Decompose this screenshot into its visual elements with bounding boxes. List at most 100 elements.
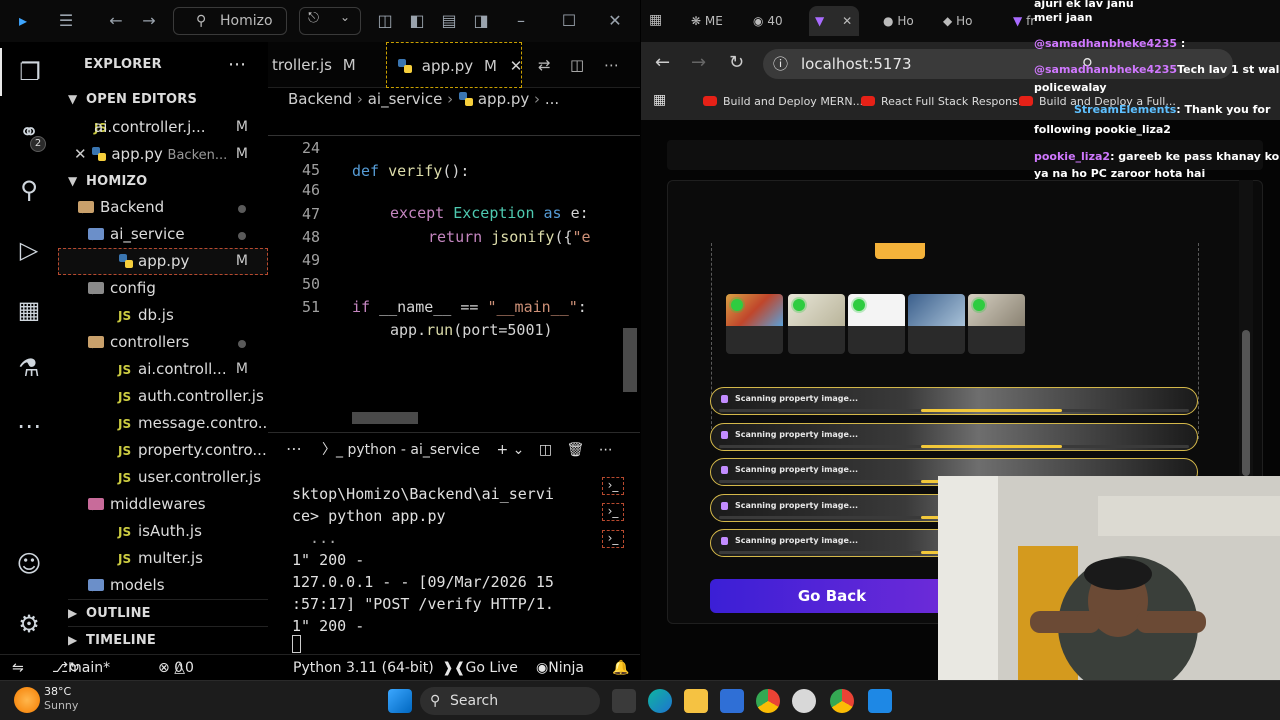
- tree-folder[interactable]: ▼config: [58, 275, 268, 302]
- run-debug-icon[interactable]: ▷: [0, 226, 58, 274]
- tree-file-selected[interactable]: app.py M: [58, 248, 268, 275]
- uploaded-image-thumb[interactable]: [908, 294, 965, 354]
- tree-file[interactable]: JS db.js: [58, 302, 268, 329]
- tree-folder[interactable]: ▼models: [58, 572, 268, 599]
- site-info-icon[interactable]: ⓘ: [773, 49, 788, 79]
- minimize-icon[interactable]: –: [510, 8, 532, 34]
- code-line[interactable]: 50 if __name__ == "__main__":: [268, 250, 640, 316]
- browser-tab[interactable]: ❋ ME: [685, 6, 741, 36]
- forward-arrow-icon[interactable]: →: [691, 52, 706, 73]
- testing-flask-icon[interactable]: ⚗: [0, 344, 58, 392]
- chevron-down-icon[interactable]: ⌄: [513, 442, 525, 458]
- more-icon[interactable]: ⋯: [0, 402, 58, 450]
- browser-tab[interactable]: ◉ 40: [747, 6, 803, 36]
- back-arrow-icon[interactable]: ←: [655, 52, 670, 73]
- settings-gear-icon[interactable]: [792, 689, 816, 713]
- timeline-header[interactable]: ▶ TIMELINE: [68, 626, 268, 653]
- page-scrollbar[interactable]: [1239, 180, 1253, 476]
- workspace-header[interactable]: ▼ HOMIZO: [68, 168, 268, 195]
- scrollbar-thumb[interactable]: [1242, 330, 1250, 476]
- browser-tab[interactable]: ◆ Ho: [937, 6, 987, 36]
- browser-tab[interactable]: ▼ fr: [1007, 6, 1037, 36]
- toggle-secondary-sidebar-icon[interactable]: ◨: [470, 8, 492, 34]
- open-editor-item[interactable]: ✕ app.py Backen... M: [58, 141, 268, 168]
- go-back-button[interactable]: Go Back: [710, 579, 954, 613]
- go-live-button[interactable]: ❱❰ Go Live: [442, 655, 518, 681]
- bookmark-item[interactable]: React Full Stack Respons...: [861, 95, 1028, 108]
- upload-button[interactable]: [875, 243, 925, 259]
- breadcrumb-item[interactable]: ...: [545, 90, 559, 108]
- code-line[interactable]: 49: [268, 226, 640, 269]
- tree-folder[interactable]: ▼Backend: [58, 194, 268, 221]
- tree-folder[interactable]: ▼ai_service: [58, 221, 268, 248]
- code-line[interactable]: 47 return jsonify({"e: [268, 180, 640, 246]
- terminal-list-item-icon[interactable]: ›_: [602, 530, 624, 548]
- tab-controller[interactable]: troller.js M: [268, 42, 386, 88]
- code-line[interactable]: 51 app.run(port=5001): [268, 273, 640, 339]
- tree-file[interactable]: JS isAuth.js: [58, 518, 268, 545]
- browser-tab[interactable]: ● Ho: [877, 6, 927, 36]
- settings-gear-icon[interactable]: ⚙: [0, 600, 58, 648]
- code-line[interactable]: 24 def verify():: [268, 114, 640, 180]
- breadcrumb-item[interactable]: app.py: [478, 90, 529, 108]
- more-actions-icon[interactable]: ⋯: [604, 42, 626, 88]
- apps-grid-icon[interactable]: ▦: [653, 92, 666, 108]
- split-terminal-icon[interactable]: ◫: [539, 442, 552, 458]
- close-icon[interactable]: ✕: [604, 8, 626, 34]
- terminal-tab[interactable]: 〉_ python - ai_service + ⌄ ◫ 🗑 ⋯: [322, 439, 613, 459]
- split-editor-icon[interactable]: ◫: [570, 42, 592, 88]
- tree-folder[interactable]: ▼controllers: [58, 329, 268, 356]
- tree-file[interactable]: JS property.contro...: [58, 437, 268, 464]
- maximize-icon[interactable]: ☐: [558, 8, 580, 34]
- vscode-icon[interactable]: [868, 689, 892, 713]
- terminal-list-item-icon[interactable]: ›_: [602, 503, 624, 521]
- open-editor-item[interactable]: JSai.controller.j... M: [58, 114, 268, 141]
- chrome-profile-icon[interactable]: [830, 689, 854, 713]
- menu-icon[interactable]: ☰: [54, 8, 78, 34]
- branch-status[interactable]: ⎇ main* ↻: [52, 655, 110, 681]
- code-line[interactable]: 45: [268, 135, 640, 179]
- bookmark-item[interactable]: Build and Deploy MERN...: [703, 95, 863, 108]
- account-icon[interactable]: ☺: [0, 540, 58, 588]
- editor-scrollbar[interactable]: [623, 328, 637, 392]
- editor-horizontal-scrollbar[interactable]: [352, 412, 418, 424]
- panel-more-icon[interactable]: ⋯: [286, 439, 302, 458]
- toggle-sidebar-icon[interactable]: ◧: [406, 8, 428, 34]
- forward-arrow-icon[interactable]: →: [137, 8, 161, 34]
- tree-file[interactable]: JS multer.js: [58, 545, 268, 572]
- tree-file[interactable]: JS user.controller.js: [58, 464, 268, 491]
- extensions-icon[interactable]: ▦: [0, 286, 58, 334]
- chrome-icon[interactable]: [756, 689, 780, 713]
- tab-app-py[interactable]: app.py M ✕: [386, 42, 522, 88]
- explorer-files-icon[interactable]: ❐: [0, 48, 58, 96]
- weather-widget[interactable]: 38°C Sunny: [44, 685, 78, 713]
- windows-start-icon[interactable]: [388, 689, 412, 713]
- tab-search-icon[interactable]: ▦: [649, 12, 662, 28]
- uploaded-image-thumb[interactable]: [848, 294, 905, 354]
- browser-tab-active[interactable]: ▼ ✕: [809, 6, 859, 36]
- tree-folder[interactable]: ▼middlewares: [58, 491, 268, 518]
- uploaded-image-thumb[interactable]: [726, 294, 783, 354]
- terminal-list-item-icon[interactable]: ›_: [602, 477, 624, 495]
- more-icon[interactable]: ⋯: [599, 442, 613, 458]
- back-arrow-icon[interactable]: ←: [104, 8, 128, 34]
- tree-file[interactable]: JS auth.controller.js: [58, 383, 268, 410]
- problems-status[interactable]: ⊗ 0 △ 0: [158, 655, 194, 681]
- ninja-status[interactable]: ◉ Ninja: [536, 655, 584, 681]
- remote-icon[interactable]: ⇋: [12, 655, 24, 681]
- breadcrumb-item[interactable]: Backend: [288, 90, 352, 108]
- weather-sun-icon[interactable]: [14, 687, 40, 713]
- python-interpreter[interactable]: Python 3.11 (64-bit): [293, 655, 434, 681]
- tree-file[interactable]: JS ai.controll... M: [58, 356, 268, 383]
- copilot-button[interactable]: ⎋ ⌄: [299, 7, 361, 35]
- explorer-more-icon[interactable]: ⋯: [228, 51, 258, 78]
- outline-header[interactable]: ▶ OUTLINE: [68, 599, 268, 626]
- edge-icon[interactable]: [648, 689, 672, 713]
- close-icon[interactable]: ✕: [58, 145, 87, 163]
- source-control-icon[interactable]: ⚭ 2: [0, 108, 58, 156]
- close-icon[interactable]: ✕: [510, 57, 523, 75]
- notifications-bell-icon[interactable]: 🔔: [612, 655, 629, 681]
- tree-file[interactable]: JS message.contro...: [58, 410, 268, 437]
- uploaded-image-thumb[interactable]: [968, 294, 1025, 354]
- reload-icon[interactable]: ↻: [729, 52, 744, 73]
